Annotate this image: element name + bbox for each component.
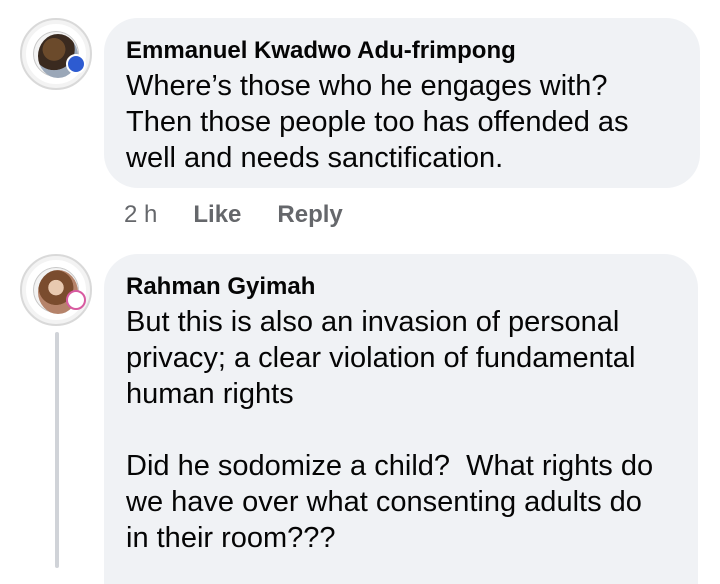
comment-author[interactable]: Rahman Gyimah [126,272,678,302]
comment-author[interactable]: Emmanuel Kwadwo Adu-frimpong [126,36,680,66]
avatar[interactable] [20,18,92,90]
comment-actions: 2 h Like Reply [124,198,343,232]
comment-timestamp[interactable]: 2 h [124,201,157,229]
frame-badge-icon [66,54,86,74]
comment-text: Where’s those who he engages with? Then … [126,70,629,174]
thread-line [55,332,59,568]
heart-badge-icon [66,290,86,310]
avatar[interactable] [20,254,92,326]
comment-bubble: Rahman Gyimah But this is also an invasi… [104,254,698,584]
comment-item: Emmanuel Kwadwo Adu-frimpong Where’s tho… [0,0,720,240]
reply-button[interactable]: Reply [277,201,342,229]
comment-item: Rahman Gyimah But this is also an invasi… [0,240,720,584]
comment-bubble: Emmanuel Kwadwo Adu-frimpong Where’s tho… [104,18,700,188]
comment-text: But this is also an invasion of personal… [126,306,654,554]
like-button[interactable]: Like [193,201,241,229]
